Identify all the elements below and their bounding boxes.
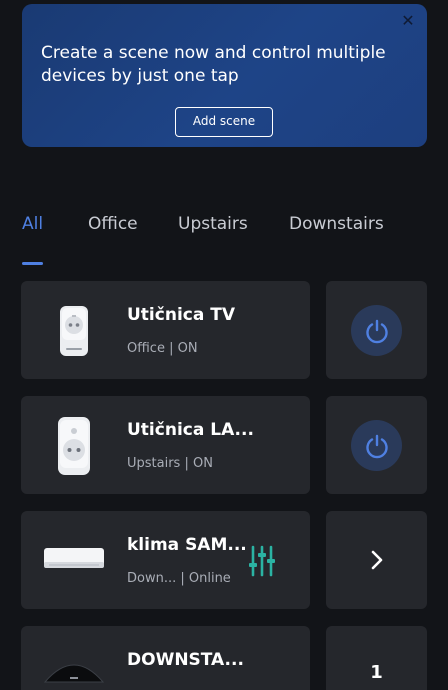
device-status: Office | ON [127,341,198,356]
tab-office[interactable]: Office [88,214,138,234]
power-icon [365,434,388,458]
device-action-utcnica-tv [326,281,427,379]
air-conditioner-icon [44,548,104,568]
tab-all[interactable]: All [22,214,43,234]
room-tabs: All Office Upstairs Downstairs [0,214,448,244]
banner-text: Create a scene now and control multiple … [41,43,386,86]
power-button[interactable] [351,305,402,356]
device-action-downstairs[interactable]: 1 [326,626,427,690]
device-name: DOWNSTA... [127,650,244,670]
active-tab-indicator [22,262,43,265]
power-icon [365,319,388,343]
device-status: Upstairs | ON [127,456,213,471]
add-scene-button[interactable]: Add scene [175,107,273,137]
tab-upstairs[interactable]: Upstairs [178,214,248,234]
chevron-right-icon[interactable] [326,511,427,609]
power-button[interactable] [351,420,402,471]
smart-plug-icon [58,417,90,475]
tab-downstairs[interactable]: Downstairs [289,214,384,234]
device-count: 1 [370,662,383,683]
device-status: Down... | Online [127,571,231,586]
device-name: Utičnica LA... [127,420,254,440]
device-card-utcnica-tv[interactable]: Utičnica TV Office | ON [21,281,310,379]
device-action-utcnica-la [326,396,427,494]
close-icon[interactable]: ✕ [399,12,417,30]
smart-plug-icon [60,306,88,356]
ir-hub-icon [43,664,105,683]
device-name: klima SAM... [127,535,247,555]
scene-promo-banner: ✕ Create a scene now and control multipl… [22,4,427,147]
device-card-utcnica-la[interactable]: Utičnica LA... Upstairs | ON [21,396,310,494]
device-card-klima[interactable]: klima SAM... Down... | Online [21,511,310,609]
device-card-downstairs[interactable]: DOWNSTA... [21,626,310,690]
sliders-icon[interactable] [248,545,276,577]
device-action-klima[interactable] [326,511,427,609]
device-name: Utičnica TV [127,305,235,325]
